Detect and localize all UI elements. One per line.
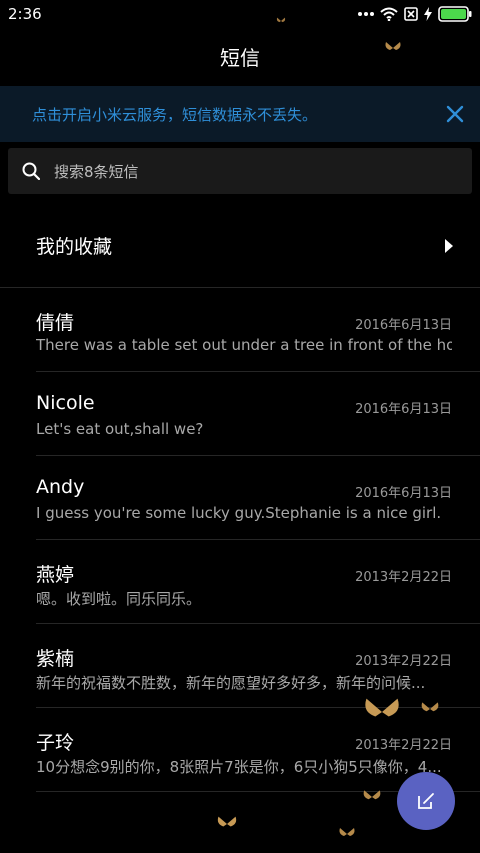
wifi-icon bbox=[380, 7, 398, 21]
cloud-sync-banner[interactable]: 点击开启小米云服务，短信数据永不丢失。 bbox=[0, 86, 480, 142]
conversation-item[interactable]: 倩倩 2016年6月13日 There was a table set out … bbox=[36, 288, 480, 372]
compose-button[interactable] bbox=[397, 772, 455, 830]
contact-name: Andy bbox=[36, 476, 85, 498]
conversation-item[interactable]: Andy 2016年6月13日 I guess you're some luck… bbox=[36, 456, 480, 540]
butterfly-decoration-icon bbox=[339, 828, 355, 836]
butterfly-decoration-icon bbox=[385, 42, 401, 50]
message-preview: I guess you're some lucky guy.Stephanie … bbox=[36, 504, 442, 522]
contact-name: 倩倩 bbox=[36, 312, 75, 334]
butterfly-decoration-icon bbox=[421, 702, 439, 712]
conversation-item[interactable]: Nicole 2016年6月13日 Let's eat out,shall we… bbox=[36, 372, 480, 456]
conversation-list: 倩倩 2016年6月13日 There was a table set out … bbox=[0, 288, 480, 792]
chevron-right-icon bbox=[445, 238, 453, 253]
conversation-item[interactable]: 燕婷 2013年2月22日 嗯。收到啦。同乐同乐。 bbox=[36, 540, 480, 624]
banner-text: 点击开启小米云服务，短信数据永不丢失。 bbox=[32, 105, 318, 124]
message-date: 2016年6月13日 bbox=[355, 318, 452, 333]
message-date: 2013年2月22日 bbox=[355, 570, 452, 585]
conversation-item[interactable]: 紫楠 2013年2月22日 新年的祝福数不胜数，新年的愿望好多好多，新年的问候.… bbox=[36, 624, 480, 708]
search-input[interactable]: 搜索8条短信 bbox=[54, 161, 139, 182]
contact-name: 紫楠 bbox=[36, 648, 75, 670]
message-preview: 嗯。收到啦。同乐同乐。 bbox=[36, 590, 202, 608]
close-icon[interactable] bbox=[444, 103, 466, 125]
status-time: 2:36 bbox=[8, 5, 42, 23]
more-dots-icon bbox=[358, 12, 374, 16]
message-date: 2013年2月22日 bbox=[355, 738, 452, 753]
contact-name: Nicole bbox=[36, 392, 95, 414]
message-preview: 10分想念9别的你，8张照片7张是你，6只小狗5只像你，4... bbox=[36, 758, 442, 776]
status-bar: 2:36 bbox=[0, 0, 480, 28]
butterfly-decoration-icon bbox=[363, 790, 381, 800]
butterfly-decoration-icon bbox=[276, 17, 286, 23]
status-icons bbox=[358, 6, 472, 22]
message-date: 2016年6月13日 bbox=[355, 486, 452, 501]
butterfly-decoration-icon bbox=[217, 816, 237, 827]
page-title: 短信 bbox=[220, 46, 260, 70]
message-date: 2016年6月13日 bbox=[355, 402, 452, 417]
search-bar[interactable]: 搜索8条短信 bbox=[8, 148, 472, 194]
battery-icon bbox=[438, 6, 472, 22]
charging-icon bbox=[424, 7, 432, 21]
message-date: 2013年2月22日 bbox=[355, 654, 452, 669]
messages-screen: 2:36 短信 点击开启小米云服务，短信数据永不丢失。 搜索8条短信 我的收藏 … bbox=[0, 0, 480, 853]
contact-name: 燕婷 bbox=[36, 564, 75, 586]
contact-name: 子玲 bbox=[36, 732, 75, 754]
favorites-row[interactable]: 我的收藏 bbox=[0, 204, 480, 288]
message-preview: There was a table set out under a tree i… bbox=[36, 336, 452, 354]
search-icon bbox=[22, 162, 40, 180]
message-preview: 新年的祝福数不胜数，新年的愿望好多好多，新年的问候... bbox=[36, 674, 426, 692]
butterfly-decoration-icon bbox=[365, 698, 399, 717]
message-preview: Let's eat out,shall we? bbox=[36, 420, 204, 438]
favorites-label: 我的收藏 bbox=[36, 236, 113, 258]
sim-off-icon bbox=[404, 7, 418, 21]
compose-icon bbox=[418, 793, 434, 809]
